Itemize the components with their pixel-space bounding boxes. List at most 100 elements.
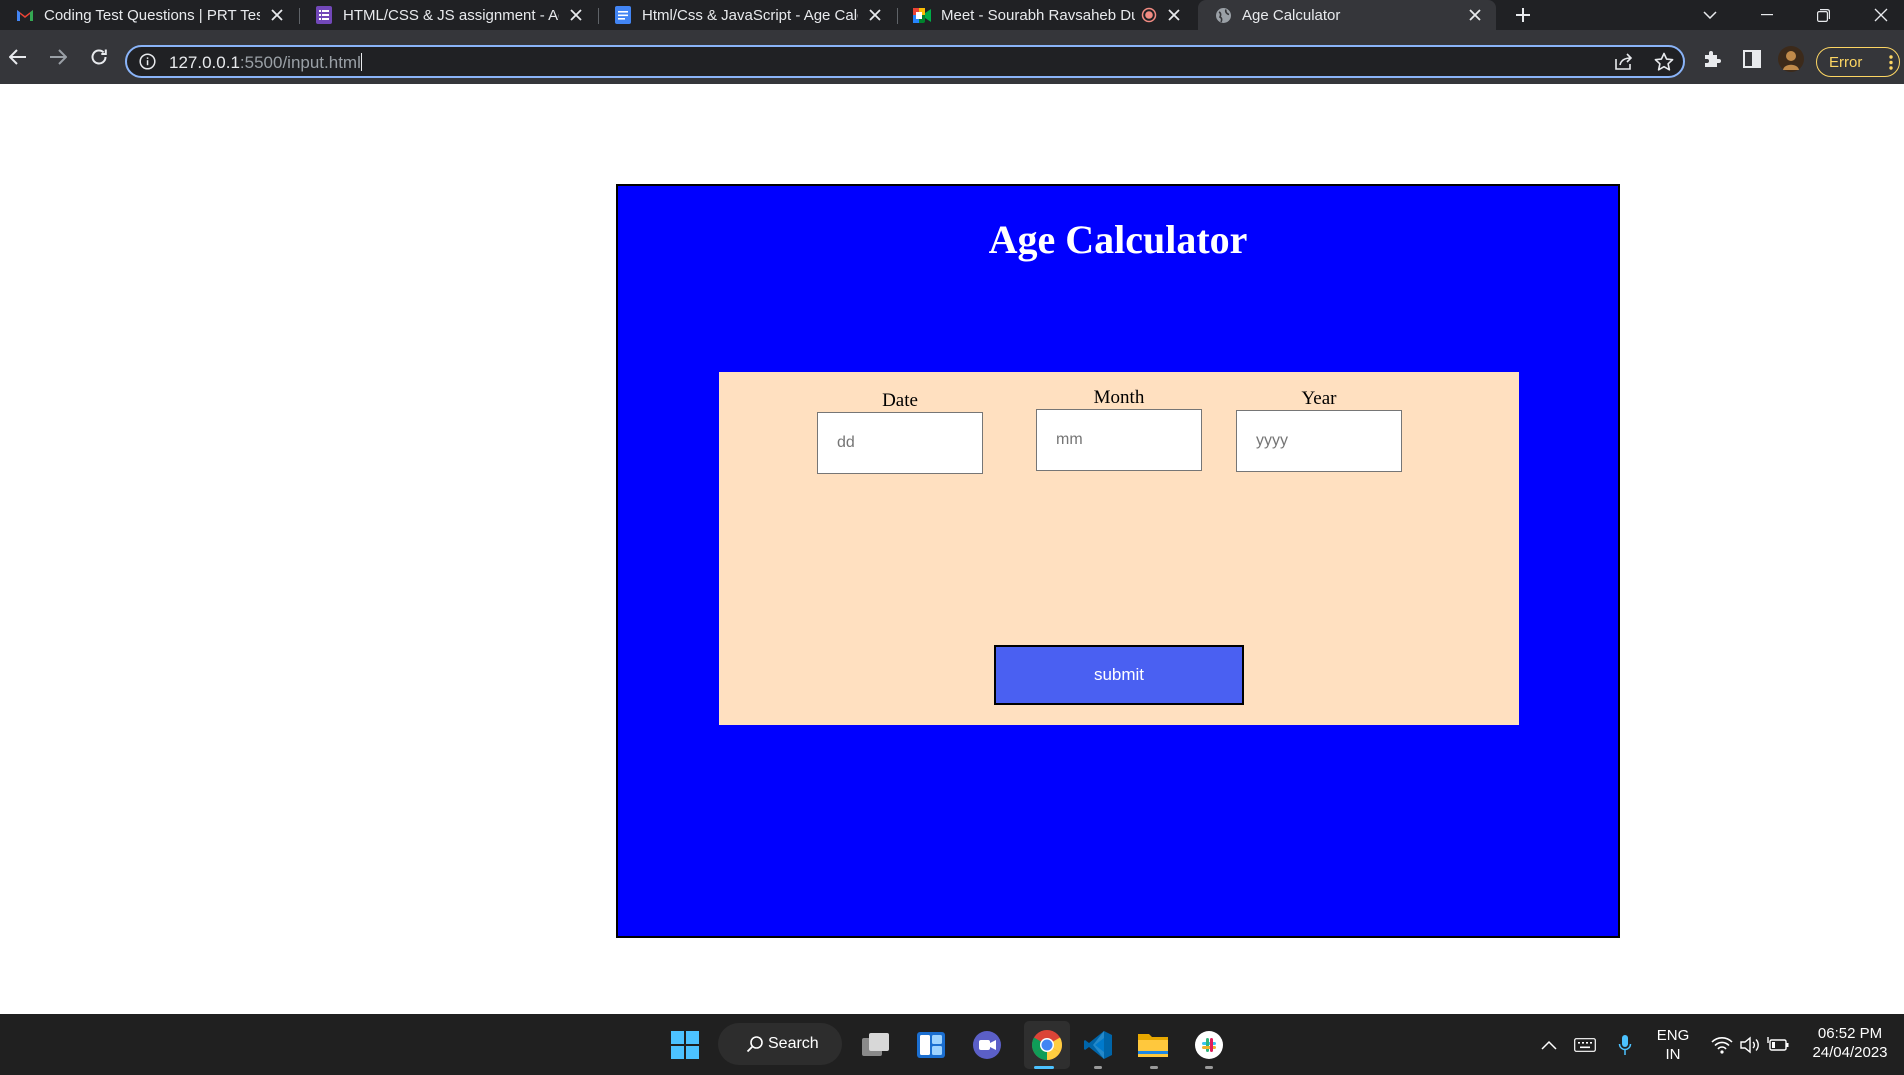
tab-title: Coding Test Questions | PRT Test xyxy=(44,6,260,24)
chevron-up-icon xyxy=(1541,1040,1557,1050)
search-icon xyxy=(746,1035,764,1058)
url-text: 127.0.0.1:5500/input.html xyxy=(169,53,362,73)
tab-gmail[interactable]: Coding Test Questions | PRT Test xyxy=(0,0,298,30)
tab-strip: Coding Test Questions | PRT Test HTML/CS… xyxy=(0,0,1904,30)
age-calculator-panel: Age Calculator Date Month Year submit xyxy=(616,184,1620,938)
chrome-taskbar-button[interactable] xyxy=(1030,1028,1064,1062)
microphone-button[interactable] xyxy=(1610,1028,1640,1062)
reload-icon xyxy=(91,49,107,65)
side-panel-icon xyxy=(1743,50,1761,68)
task-view-icon xyxy=(862,1033,889,1056)
minimize-icon xyxy=(1761,14,1773,16)
url-host: 127.0.0.1 xyxy=(169,53,240,72)
input-language-indicator[interactable]: ENG IN xyxy=(1650,1026,1696,1064)
search-label: Search xyxy=(768,1035,819,1052)
close-icon[interactable] xyxy=(1165,6,1183,24)
close-icon[interactable] xyxy=(866,6,884,24)
slack-running-indicator xyxy=(1205,1066,1213,1069)
submit-button[interactable]: submit xyxy=(994,645,1244,705)
region-text: IN xyxy=(1665,1046,1681,1063)
close-icon[interactable] xyxy=(567,6,585,24)
file-explorer-button[interactable] xyxy=(1136,1028,1170,1062)
page-viewport: Age Calculator Date Month Year submit xyxy=(0,84,1904,1014)
windows-icon xyxy=(671,1031,699,1059)
forms-icon xyxy=(315,6,333,24)
volume-icon xyxy=(1740,1036,1759,1054)
address-bar[interactable]: 127.0.0.1:5500/input.html xyxy=(125,45,1685,78)
new-tab-button[interactable] xyxy=(1501,0,1545,30)
puzzle-icon xyxy=(1705,51,1721,67)
tab-search-button[interactable] xyxy=(1687,0,1733,30)
docs-icon xyxy=(614,6,632,24)
back-button[interactable] xyxy=(3,42,33,72)
recording-icon xyxy=(1141,7,1157,23)
close-icon[interactable] xyxy=(1466,6,1484,24)
tab-title: Age Calculator xyxy=(1242,6,1341,24)
profile-avatar[interactable] xyxy=(1776,44,1806,74)
globe-icon xyxy=(1214,6,1232,24)
tab-forms[interactable]: HTML/CSS & JS assignment - Ag xyxy=(299,0,597,30)
vscode-icon xyxy=(1084,1031,1112,1059)
folder-icon xyxy=(1138,1034,1168,1057)
restore-button[interactable] xyxy=(1800,0,1846,30)
tab-title: Html/Css & JavaScript - Age Calc xyxy=(642,6,858,24)
battery-icon xyxy=(1767,1037,1789,1051)
profile-error-button[interactable]: Error xyxy=(1816,47,1900,77)
start-button[interactable] xyxy=(668,1028,702,1062)
year-label: Year xyxy=(1301,388,1337,409)
side-panel-button[interactable] xyxy=(1737,44,1767,74)
restore-icon xyxy=(1816,8,1830,22)
error-label: Error xyxy=(1829,53,1863,71)
avatar xyxy=(1778,46,1804,72)
arrow-right-icon xyxy=(50,49,67,65)
chevron-down-icon xyxy=(1703,11,1717,19)
widgets-button[interactable] xyxy=(914,1028,948,1062)
info-icon[interactable] xyxy=(139,53,157,71)
windows-taskbar: Search ENG IN 06:52 PM 24/04/2023 xyxy=(0,1014,1904,1075)
date-form: Date Month Year submit xyxy=(719,372,1519,725)
month-input[interactable] xyxy=(1036,409,1202,471)
arrow-left-icon xyxy=(9,49,26,65)
date-label: Date xyxy=(882,390,918,411)
chrome-icon xyxy=(1031,1030,1063,1060)
gmail-icon xyxy=(16,6,34,24)
more-vert-icon xyxy=(1889,55,1893,74)
network-sound-battery-button[interactable] xyxy=(1705,1028,1795,1062)
share-icon[interactable] xyxy=(1614,53,1634,71)
forward-button[interactable] xyxy=(43,42,73,72)
teams-chat-button[interactable] xyxy=(970,1028,1004,1062)
plus-icon xyxy=(1516,8,1530,22)
touch-keyboard-button[interactable] xyxy=(1570,1028,1600,1062)
keyboard-icon xyxy=(1574,1038,1596,1052)
task-view-button[interactable] xyxy=(859,1028,893,1062)
year-input[interactable] xyxy=(1236,410,1402,472)
language-text: ENG xyxy=(1656,1027,1690,1044)
tab-meet[interactable]: Meet - Sourabh Ravsaheb Du xyxy=(897,0,1195,30)
url-path: :5500/input.html xyxy=(239,53,361,72)
slack-taskbar-button[interactable] xyxy=(1192,1028,1226,1062)
year-field-group: Year xyxy=(1236,388,1402,472)
taskbar-search[interactable]: Search xyxy=(718,1023,842,1065)
tab-docs[interactable]: Html/Css & JavaScript - Age Calc xyxy=(598,0,896,30)
page-title: Age Calculator xyxy=(988,217,1248,262)
reload-button[interactable] xyxy=(84,42,114,72)
close-window-button[interactable] xyxy=(1858,0,1904,30)
chrome-running-indicator xyxy=(1034,1066,1054,1069)
date-field-group: Date xyxy=(817,390,983,474)
date-input[interactable] xyxy=(817,412,983,474)
clock-date: 24/04/2023 xyxy=(1812,1044,1888,1061)
minimize-button[interactable] xyxy=(1744,0,1790,30)
text-caret xyxy=(360,53,362,71)
show-hidden-icons-button[interactable] xyxy=(1534,1028,1564,1062)
vscode-taskbar-button[interactable] xyxy=(1081,1028,1115,1062)
star-icon[interactable] xyxy=(1654,52,1674,72)
tab-age-calculator[interactable]: Age Calculator xyxy=(1198,0,1496,30)
microphone-icon xyxy=(1618,1035,1632,1055)
close-icon[interactable] xyxy=(268,6,286,24)
vscode-running-indicator xyxy=(1094,1066,1102,1069)
tab-title: HTML/CSS & JS assignment - Ag xyxy=(343,6,559,24)
meet-icon xyxy=(913,6,931,24)
clock[interactable]: 06:52 PM 24/04/2023 xyxy=(1800,1024,1900,1062)
extensions-button[interactable] xyxy=(1697,44,1727,74)
tab-title: Meet - Sourabh Ravsaheb Du xyxy=(941,6,1135,24)
